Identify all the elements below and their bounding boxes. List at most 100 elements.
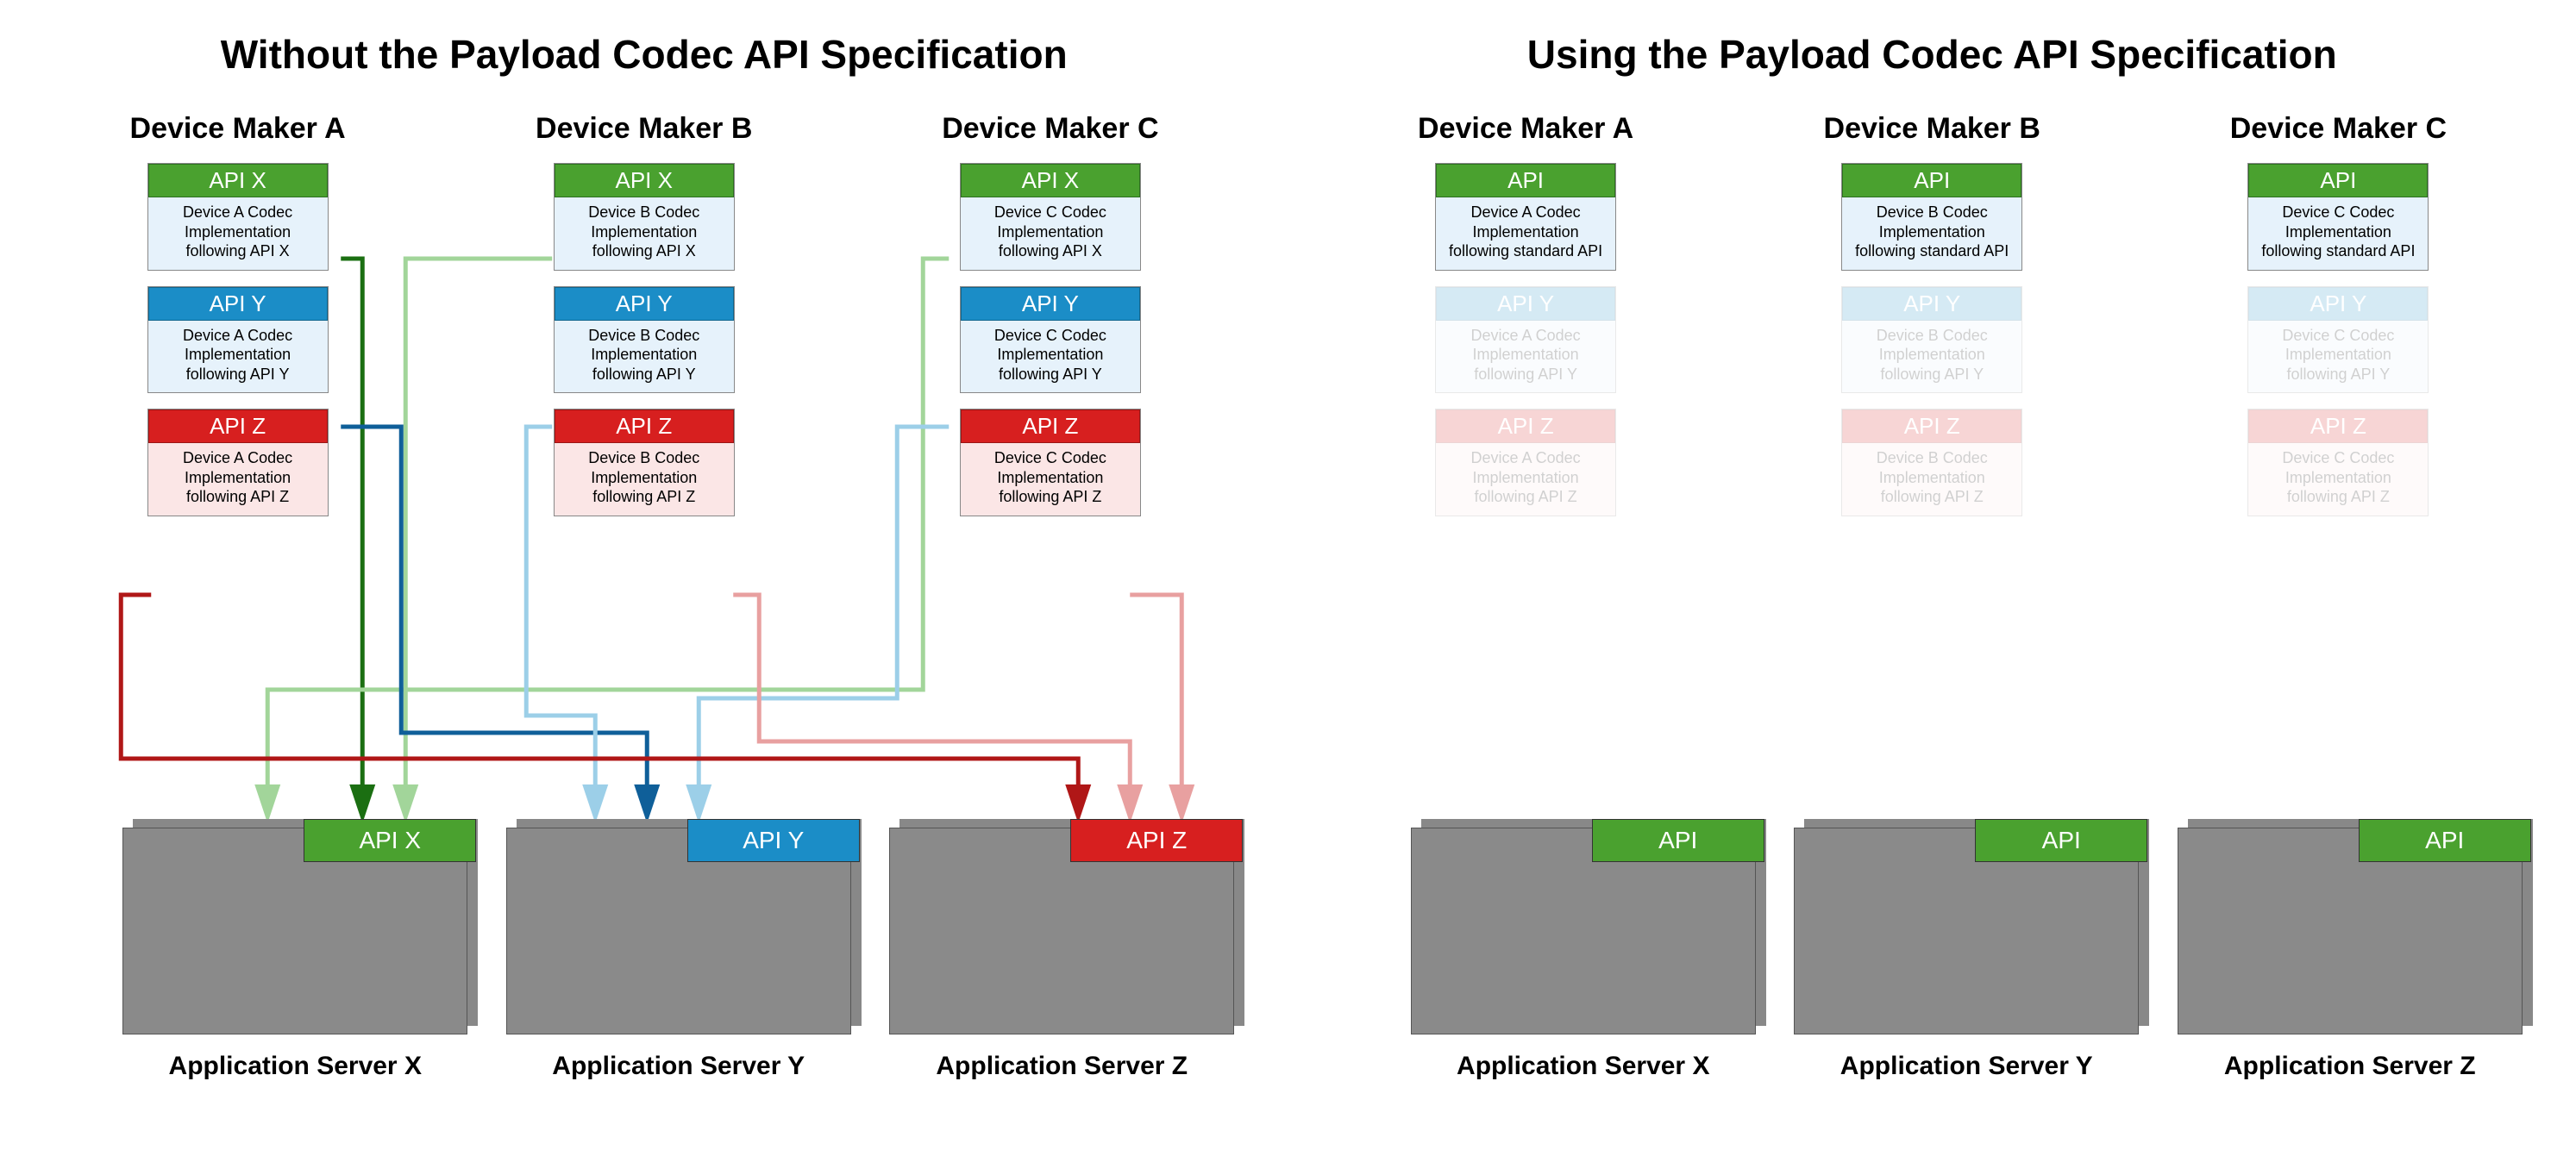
server-api-tab: API <box>1592 819 1764 862</box>
codec-body: Device C Codec Implementation following … <box>961 321 1140 393</box>
codec-block-a-y-faded: API Y Device A Codec Implementation foll… <box>1435 286 1616 394</box>
arrow-b-to-z <box>733 595 1130 810</box>
title-right: Using the Payload Codec API Specificatio… <box>1288 0 2576 78</box>
codec-body: Device A Codec Implementation following … <box>148 321 328 393</box>
server-label: Application Server Z <box>878 1052 1246 1081</box>
server-y-right: API Application Server Y <box>1783 828 2151 1081</box>
codec-body: Device C Codec Implementation following … <box>2248 321 2428 393</box>
codec-block-a-z: API Z Device A Codec Implementation foll… <box>147 409 329 516</box>
server-z: API Z Application Server Z <box>878 828 1246 1081</box>
codec-block-c: API Device C Codec Implementation follow… <box>2247 163 2429 271</box>
codec-body: Device B Codec Implementation following … <box>555 197 734 270</box>
codec-body: Device B Codec Implementation following … <box>555 443 734 516</box>
api-header: API Z <box>148 409 328 443</box>
codec-block-b-z-faded: API Z Device B Codec Implementation foll… <box>1841 409 2022 516</box>
device-label: Device Maker B <box>1737 112 2127 146</box>
codec-block-b-z: API Z Device B Codec Implementation foll… <box>554 409 735 516</box>
api-header: API X <box>555 164 734 197</box>
codec-body: Device A Codec Implementation following … <box>148 197 328 270</box>
codec-body: Device A Codec Implementation following … <box>1436 197 1615 270</box>
server-z-right: API Application Server Z <box>2165 828 2534 1081</box>
api-header: API Z <box>961 409 1140 443</box>
server-label: Application Server Y <box>494 1052 862 1081</box>
codec-body: Device B Codec Implementation following … <box>555 321 734 393</box>
api-header: API <box>1842 164 2021 197</box>
server-api-tab: API <box>2359 819 2531 862</box>
panel-without-spec: Without the Payload Codec API Specificat… <box>0 0 1288 1150</box>
api-header: API X <box>148 164 328 197</box>
api-header: API X <box>961 164 1140 197</box>
codec-body: Device A Codec Implementation following … <box>1436 321 1615 393</box>
server-x: API X Application Server X <box>111 828 479 1081</box>
device-label: Device Maker C <box>856 112 1245 146</box>
device-row-left: Device Maker A API X Device A Codec Impl… <box>34 112 1254 532</box>
device-label: Device Maker C <box>2143 112 2533 146</box>
api-header: API <box>1436 164 1615 197</box>
codec-body: Device B Codec Implementation following … <box>1842 321 2021 393</box>
server-x-right: API Application Server X <box>1399 828 1767 1081</box>
server-row-left: API X Application Server X API Y Applica… <box>103 828 1254 1081</box>
server-box: API <box>1794 828 2139 1034</box>
codec-body: Device C Codec Implementation following … <box>2248 197 2428 270</box>
panel-with-spec: Using the Payload Codec API Specificatio… <box>1288 0 2576 1150</box>
device-maker-b-right: Device Maker B API Device B Codec Implem… <box>1737 112 2127 532</box>
codec-block-c-y: API Y Device C Codec Implementation foll… <box>960 286 1141 394</box>
codec-body: Device C Codec Implementation following … <box>961 443 1140 516</box>
device-maker-a-left: Device Maker A API X Device A Codec Impl… <box>42 112 432 532</box>
arrow-a-to-z <box>121 595 1078 810</box>
server-api-tab: API Y <box>687 819 860 862</box>
device-maker-b-left: Device Maker B API X Device B Codec Impl… <box>449 112 839 532</box>
codec-body: Device A Codec Implementation following … <box>148 443 328 516</box>
codec-body: Device B Codec Implementation following … <box>1842 197 2021 270</box>
codec-block-b-y: API Y Device B Codec Implementation foll… <box>554 286 735 394</box>
codec-block-b-x: API X Device B Codec Implementation foll… <box>554 163 735 271</box>
title-left: Without the Payload Codec API Specificat… <box>0 0 1288 78</box>
codec-block-a-z-faded: API Z Device A Codec Implementation foll… <box>1435 409 1616 516</box>
server-api-tab: API Z <box>1070 819 1243 862</box>
codec-body: Device B Codec Implementation following … <box>1842 443 2021 516</box>
server-label: Application Server X <box>111 1052 479 1081</box>
codec-block-c-z: API Z Device C Codec Implementation foll… <box>960 409 1141 516</box>
api-header: API Y <box>1436 287 1615 321</box>
server-box: API Z <box>889 828 1234 1034</box>
codec-block-b-y-faded: API Y Device B Codec Implementation foll… <box>1841 286 2022 394</box>
device-maker-c-left: Device Maker C API X Device C Codec Impl… <box>856 112 1245 532</box>
codec-body: Device A Codec Implementation following … <box>1436 443 1615 516</box>
server-box: API Y <box>506 828 851 1034</box>
api-header: API Y <box>1842 287 2021 321</box>
codec-body: Device C Codec Implementation following … <box>2248 443 2428 516</box>
codec-block-a: API Device A Codec Implementation follow… <box>1435 163 1616 271</box>
api-header: API <box>2248 164 2428 197</box>
device-maker-a-right: Device Maker A API Device A Codec Implem… <box>1331 112 1720 532</box>
api-header: API Z <box>2248 409 2428 443</box>
api-header: API Y <box>148 287 328 321</box>
codec-block-c-x: API X Device C Codec Implementation foll… <box>960 163 1141 271</box>
api-header: API Y <box>555 287 734 321</box>
server-box: API X <box>122 828 467 1034</box>
codec-block-b: API Device B Codec Implementation follow… <box>1841 163 2022 271</box>
device-maker-c-right: Device Maker C API Device C Codec Implem… <box>2143 112 2533 532</box>
device-label: Device Maker B <box>449 112 839 146</box>
device-row-right: Device Maker A API Device A Codec Implem… <box>1323 112 2542 532</box>
server-y: API Y Application Server Y <box>494 828 862 1081</box>
api-header: API Z <box>1436 409 1615 443</box>
server-row-right: API Application Server X API Application… <box>1392 828 2542 1081</box>
api-header: API Y <box>2248 287 2428 321</box>
codec-block-a-y: API Y Device A Codec Implementation foll… <box>147 286 329 394</box>
server-api-tab: API <box>1975 819 2147 862</box>
api-header: API Z <box>555 409 734 443</box>
device-label: Device Maker A <box>1331 112 1720 146</box>
server-label: Application Server Y <box>1783 1052 2151 1081</box>
server-label: Application Server Z <box>2165 1052 2534 1081</box>
arrow-c-to-z <box>1130 595 1181 810</box>
server-api-tab: API X <box>304 819 476 862</box>
device-label: Device Maker A <box>42 112 432 146</box>
api-header: API Y <box>961 287 1140 321</box>
codec-block-c-y-faded: API Y Device C Codec Implementation foll… <box>2247 286 2429 394</box>
codec-block-c-z-faded: API Z Device C Codec Implementation foll… <box>2247 409 2429 516</box>
server-label: Application Server X <box>1399 1052 1767 1081</box>
codec-block-a-x: API X Device A Codec Implementation foll… <box>147 163 329 271</box>
codec-body: Device C Codec Implementation following … <box>961 197 1140 270</box>
api-header: API Z <box>1842 409 2021 443</box>
server-box: API <box>2178 828 2523 1034</box>
